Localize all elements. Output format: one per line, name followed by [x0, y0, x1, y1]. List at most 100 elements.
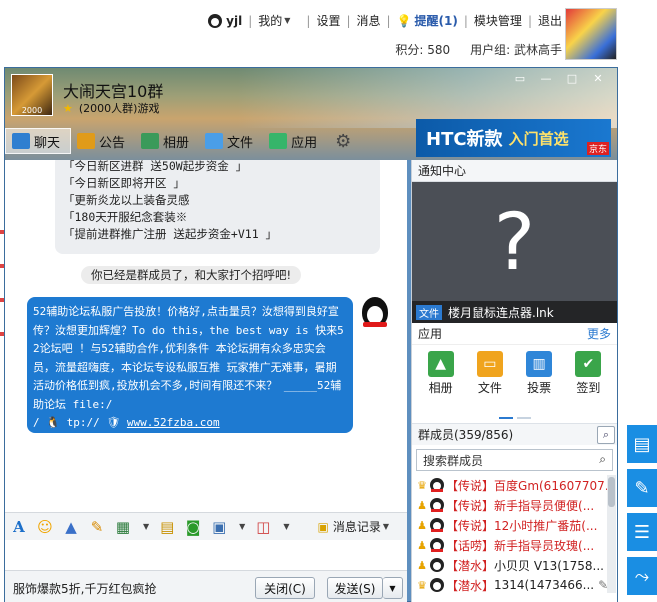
- header-ad-banner[interactable]: HTC新款 入门首选 京东: [416, 119, 611, 157]
- tab-files[interactable]: 文件: [199, 128, 263, 154]
- file-tag: 文件: [416, 304, 442, 320]
- folder-icon: [205, 133, 224, 149]
- tab-album[interactable]: 相册: [135, 128, 199, 154]
- chat-message-area[interactable]: 「今日新区进群 送50W起步资金 」 「今日新区即将开区 」 「更新炎龙以上装备…: [5, 160, 407, 512]
- screenshot-icon[interactable]: ▣: [211, 518, 227, 536]
- shield-icon: 🛡: [106, 416, 121, 429]
- points-label[interactable]: 积分: 580: [395, 41, 450, 58]
- members-header: 群成员(359/856) ⌕: [412, 423, 617, 445]
- menu-module-manage[interactable]: 模块管理: [474, 12, 522, 29]
- emoji-icon[interactable]: ☺: [37, 518, 53, 536]
- member-icon: ♟: [417, 558, 427, 572]
- video-icon[interactable]: ◫: [255, 518, 271, 536]
- forum-top-bar: yjl | 我的 ▼ | 设置 | 消息 | 💡 提醒(1) | 模块管理 | …: [0, 0, 657, 66]
- system-message: 你已经是群成员了，和大家打个招呼吧!: [81, 266, 302, 284]
- list-item[interactable]: ♟ 【话唠】 新手指导员玫瑰(...: [412, 535, 617, 555]
- avatar[interactable]: [565, 8, 617, 60]
- member-search-input[interactable]: 搜索群成员 ⌕: [416, 449, 613, 471]
- right-side-panel: 通知中心 ? 文件 楼月鼠标连点器.lnk 应用 更多 ▲ 相册 ▭ 文件 ▥ 投票 …: [411, 160, 617, 602]
- forum-user-menu: yjl | 我的 ▼ | 设置 | 消息 | 💡 提醒(1) | 模块管理 | …: [208, 12, 562, 29]
- previous-message-bubble: 「今日新区进群 送50W起步资金 」 「今日新区即将开区 」 「更新炎龙以上装备…: [55, 160, 380, 254]
- handwrite-icon[interactable]: ✎: [89, 518, 105, 536]
- usergroup-label[interactable]: 用户组: 武林高手: [470, 41, 562, 58]
- group-meta: ★ (2000人群)游戏: [63, 102, 160, 115]
- send-button[interactable]: 发送(S): [327, 577, 383, 599]
- admin-icon: ♟: [417, 518, 427, 532]
- notice-preview[interactable]: ? 文件 楼月鼠标连点器.lnk: [412, 182, 617, 323]
- gift-icon[interactable]: ◙: [185, 518, 201, 536]
- gear-icon[interactable]: ⚙: [335, 131, 351, 152]
- menu-logout[interactable]: 退出: [538, 12, 562, 29]
- owner-crown-icon: ♛: [417, 578, 427, 592]
- admin-icon: ♟: [417, 538, 427, 552]
- list-item[interactable]: ♛ 【传说】 百度Gm(616077078): [412, 475, 617, 495]
- skin-icon[interactable]: ▭: [507, 70, 533, 86]
- maximize-icon[interactable]: □: [559, 70, 585, 86]
- group-name[interactable]: 大闹天宫10群: [63, 78, 163, 102]
- tab-chat[interactable]: 聊天: [5, 128, 72, 154]
- image-icon[interactable]: ▦: [115, 518, 131, 536]
- member-list-scrollbar[interactable]: [607, 475, 616, 593]
- app-album[interactable]: ▲ 相册: [419, 351, 463, 413]
- chevron-down-icon[interactable]: ▼: [284, 16, 290, 25]
- send-options-button[interactable]: ▼: [383, 577, 403, 599]
- admin-icon: ♟: [417, 498, 427, 512]
- message-bubble: 52辅助论坛私服广告投放！价格好,点击量员？汝想得到良好宣传？汝想更加辉煌？To…: [27, 297, 353, 433]
- list-item[interactable]: ♟ 【传说】 新手指导员便便(...: [412, 495, 617, 515]
- chevron-down-icon[interactable]: ▼: [239, 522, 245, 531]
- window-header: 2000 大闹天宫10群 ★ (2000人群)游戏 ▭ — □ ✕ 聊天 公告 相…: [5, 68, 617, 160]
- album-icon: ▲: [427, 351, 454, 377]
- message-link[interactable]: www.52fzba.com: [127, 416, 220, 429]
- bottom-ad-link[interactable]: 服饰爆款5折,千万红包疯抢: [13, 580, 156, 597]
- window-controls: ▭ — □ ✕: [507, 70, 611, 86]
- close-button[interactable]: 关闭(C): [255, 577, 315, 599]
- list-item[interactable]: ♟ 【传说】 12小时推广番茄(...: [412, 515, 617, 535]
- search-icon[interactable]: ⌕: [597, 426, 615, 444]
- side-doc-icon[interactable]: ▤: [627, 425, 657, 463]
- search-icon: ⌕: [599, 452, 606, 466]
- group-avatar[interactable]: 2000: [11, 74, 53, 116]
- menu-my[interactable]: 我的: [258, 12, 282, 29]
- vote-icon: ▥: [526, 351, 553, 377]
- menu-remind[interactable]: 提醒(1): [415, 12, 458, 29]
- notice-icon: [77, 133, 96, 149]
- magic-hat-icon[interactable]: ▲: [63, 518, 79, 536]
- qq-penguin-icon: [430, 578, 444, 592]
- chevron-down-icon: ▼: [389, 583, 396, 593]
- side-share-icon[interactable]: ⤳: [627, 557, 657, 595]
- checkmark-icon: ✔: [575, 351, 602, 377]
- message-history-button[interactable]: ▣ 消息记录 ▼: [317, 518, 399, 535]
- clock-icon: ▣: [317, 519, 329, 534]
- list-item[interactable]: ♟ 【潜水】 小贝贝 V13(1758...: [412, 555, 617, 575]
- side-edit-icon[interactable]: ✎: [627, 469, 657, 507]
- side-list-icon[interactable]: ☰: [627, 513, 657, 551]
- qq-penguin-icon: [430, 538, 444, 552]
- app-checkin[interactable]: ✔ 签到: [566, 351, 610, 413]
- close-icon[interactable]: ✕: [585, 70, 611, 86]
- chevron-down-icon[interactable]: ▼: [143, 522, 149, 531]
- album-icon: [141, 133, 160, 149]
- tab-apps[interactable]: 应用: [263, 128, 327, 154]
- sender-avatar[interactable]: [360, 297, 390, 331]
- qq-penguin-icon: [430, 558, 444, 572]
- minimize-icon[interactable]: —: [533, 70, 559, 86]
- apps-grid-icon: [269, 133, 288, 149]
- star-icon: ★: [63, 102, 73, 115]
- font-icon[interactable]: A: [11, 518, 27, 536]
- chevron-down-icon[interactable]: ▼: [283, 522, 289, 531]
- unknown-file-icon: ?: [493, 197, 536, 288]
- tab-notice[interactable]: 公告: [71, 128, 135, 154]
- menu-messages[interactable]: 消息: [357, 12, 381, 29]
- notice-file-row[interactable]: 文件 楼月鼠标连点器.lnk: [412, 301, 617, 323]
- side-dock: ▤ ✎ ☰ ⤳: [627, 425, 657, 601]
- app-files[interactable]: ▭ 文件: [468, 351, 512, 413]
- chat-icon: [12, 133, 30, 149]
- document-icon[interactable]: ▤: [159, 518, 175, 536]
- list-item[interactable]: ♛ 【潜水】 1314(1473466... ✎: [412, 575, 617, 595]
- apps-more-link[interactable]: 更多: [587, 323, 611, 345]
- qq-penguin-icon: [208, 13, 223, 28]
- menu-settings[interactable]: 设置: [316, 12, 340, 29]
- username-link[interactable]: yjl: [226, 14, 242, 28]
- input-toolbar: A ☺ ▲ ✎ ▦ ▼ ▤ ◙ ▣ ▼ ◫ ▼ ▣ 消息记录 ▼: [5, 512, 407, 540]
- app-vote[interactable]: ▥ 投票: [517, 351, 561, 413]
